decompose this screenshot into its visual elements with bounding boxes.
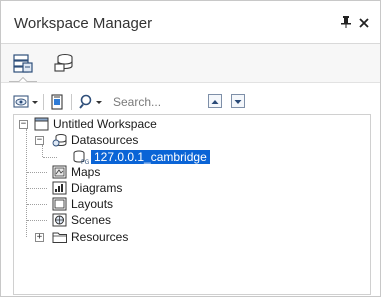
tree-node-datasources[interactable]: Datasources	[52, 132, 138, 148]
tree-node-datasource-item[interactable]: 127.0.0.1_cambridge	[72, 149, 210, 165]
tree-node-label: Diagrams	[71, 181, 123, 195]
workspace-manager-panel: Workspace Manager Search... − Untitled W…	[0, 0, 381, 297]
database-tab-icon[interactable]	[53, 52, 75, 74]
tree-node-label: Maps	[71, 165, 101, 179]
active-tab-indicator	[9, 77, 37, 82]
tree-connector	[43, 157, 57, 158]
tree-connector	[27, 188, 47, 189]
toolbar-separator	[71, 94, 72, 110]
search-input[interactable]	[113, 93, 203, 111]
pin-icon[interactable]	[341, 16, 351, 31]
down-arrow-icon	[234, 100, 242, 104]
search-options-button[interactable]	[79, 93, 105, 111]
tree-connector	[27, 204, 47, 205]
tree-connector	[27, 172, 47, 173]
tree-connector	[27, 220, 47, 221]
datasource-icon	[52, 134, 67, 147]
previous-result-button[interactable]	[208, 94, 222, 108]
up-arrow-icon	[211, 100, 219, 104]
tree-node-label: Datasources	[71, 133, 139, 147]
workspace-tree[interactable]: − Untitled Workspace − Datasources 127.0…	[13, 114, 371, 295]
tree-node-label: Resources	[71, 230, 129, 244]
tree-node-label-selected: 127.0.0.1_cambridge	[91, 150, 210, 164]
folder-icon	[52, 232, 67, 243]
panel-titlebar: Workspace Manager	[1, 1, 380, 44]
tree-node-root[interactable]: Untitled Workspace	[34, 116, 157, 132]
panel-toolbar	[9, 91, 374, 113]
view-options-button[interactable]	[13, 93, 39, 111]
search-icon	[79, 94, 102, 109]
tree-node-layouts[interactable]: Layouts	[52, 196, 113, 212]
collapse-toggle[interactable]: −	[35, 136, 44, 145]
collapse-toggle[interactable]: −	[19, 120, 28, 129]
document-icon	[51, 94, 63, 110]
next-result-button[interactable]	[231, 94, 245, 108]
scene-globe-icon	[52, 213, 67, 227]
open-document-button[interactable]	[49, 93, 65, 111]
workspace-tree-icon[interactable]	[12, 52, 34, 74]
expand-toggle[interactable]: +	[35, 233, 44, 242]
eye-icon	[13, 95, 38, 108]
layout-icon	[52, 197, 67, 211]
close-icon[interactable]	[359, 16, 369, 31]
toolbar-separator	[43, 94, 44, 110]
panel-title: Workspace Manager	[14, 15, 153, 32]
workspace-icon	[34, 117, 49, 131]
tree-node-label: Scenes	[71, 213, 112, 227]
tree-node-maps[interactable]: Maps	[52, 164, 100, 180]
tree-node-scenes[interactable]: Scenes	[52, 212, 111, 228]
tree-node-label: Layouts	[71, 197, 114, 211]
diagram-icon	[52, 181, 67, 195]
tree-node-label: Untitled Workspace	[53, 117, 157, 131]
tree-node-resources[interactable]: Resources	[52, 229, 128, 245]
tree-node-diagrams[interactable]: Diagrams	[52, 180, 122, 196]
map-icon	[52, 165, 67, 179]
tree-connector	[42, 145, 43, 157]
panel-tabstrip	[1, 44, 380, 83]
